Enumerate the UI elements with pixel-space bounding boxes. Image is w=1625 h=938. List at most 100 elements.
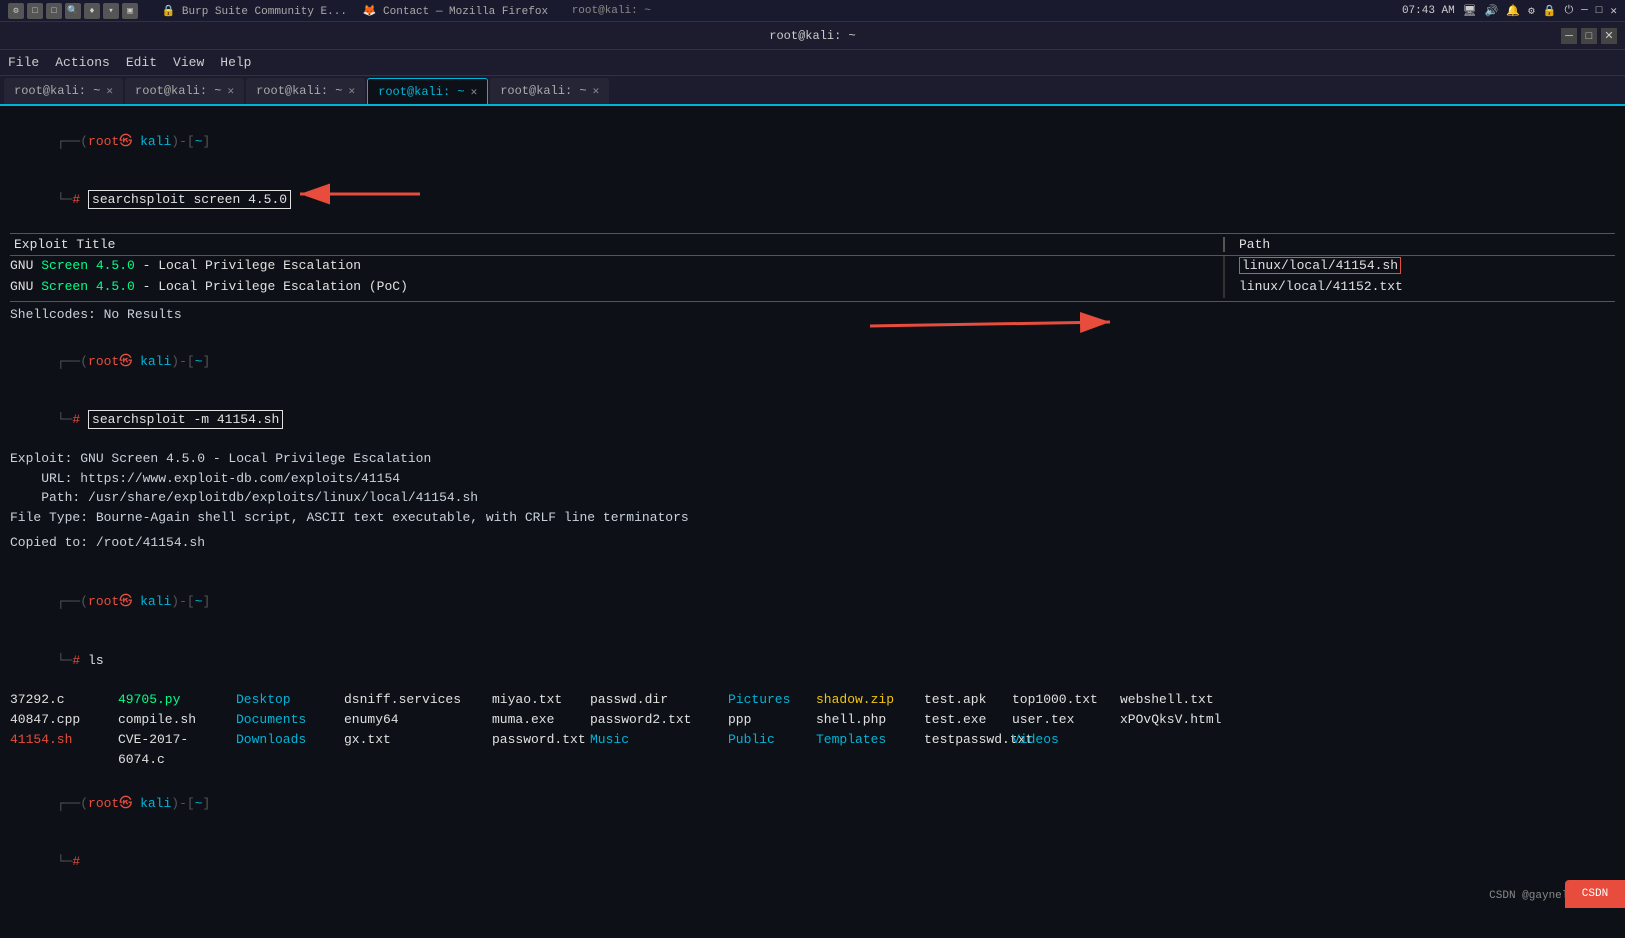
ls-templates: Templates bbox=[816, 730, 916, 770]
csdn-badge: CSDN bbox=[1565, 880, 1625, 908]
close-btn[interactable]: ✕ bbox=[1610, 4, 1617, 18]
ls-cve: CVE-2017-6074.c bbox=[118, 730, 228, 770]
app-icon-4: 🔍 bbox=[65, 3, 81, 19]
system-icons: ⚙ □ □ 🔍 ♦ ▾ ▣ bbox=[8, 3, 138, 19]
ls-user-tex: user.tex bbox=[1012, 710, 1112, 730]
system-bar: ⚙ □ □ 🔍 ♦ ▾ ▣ 🔒 Burp Suite Community E..… bbox=[0, 0, 1625, 22]
ls-password2: password2.txt bbox=[590, 710, 720, 730]
exploit-title-1: GNU Screen 4.5.0 - Local Privilege Escal… bbox=[10, 256, 1213, 277]
cmd2-box: searchsploit -m 41154.sh bbox=[88, 410, 283, 429]
tab-3[interactable]: root@kali: ~ ✕ bbox=[246, 78, 365, 104]
exploit-title-2: GNU Screen 4.5.0 - Local Privilege Escal… bbox=[10, 277, 1213, 298]
app-icon-3: □ bbox=[46, 3, 62, 19]
ls-dsniff: dsniff.services bbox=[344, 690, 484, 710]
ls-miyao: miyao.txt bbox=[492, 690, 582, 710]
terminal-title-bar: root@kali: ~ ─ □ ✕ bbox=[0, 22, 1625, 50]
ls-test-exe: test.exe bbox=[924, 710, 1004, 730]
menu-file[interactable]: File bbox=[8, 55, 39, 70]
tab-1-label: root@kali: ~ bbox=[14, 84, 100, 98]
prompt-line-2: ┌──(root㉿ kali)-[~] bbox=[10, 332, 1615, 391]
ls-gx: gx.txt bbox=[344, 730, 484, 770]
lock-icon: 🔒 bbox=[1543, 4, 1557, 18]
minimize-btn[interactable]: ─ bbox=[1581, 5, 1588, 17]
menu-edit[interactable]: Edit bbox=[126, 55, 157, 70]
tab-4-close[interactable]: ✕ bbox=[471, 85, 478, 99]
terminal-close[interactable]: ✕ bbox=[1601, 28, 1617, 44]
cmd2-text: searchsploit -m 41154.sh bbox=[92, 412, 279, 427]
cmd1-text: searchsploit screen 4.5.0 bbox=[92, 192, 287, 207]
prompt-hash-4: └─# bbox=[10, 833, 1615, 892]
ls-40847: 40847.cpp bbox=[10, 710, 110, 730]
app-icon-5: ♦ bbox=[84, 3, 100, 19]
menu-view[interactable]: View bbox=[173, 55, 204, 70]
path-1-highlighted: linux/local/41154.sh bbox=[1239, 257, 1401, 274]
ls-password-txt: password.txt bbox=[492, 730, 582, 770]
ls-pictures: Pictures bbox=[728, 690, 808, 710]
app-icon-1: ⚙ bbox=[8, 3, 24, 19]
header-path: Path bbox=[1235, 237, 1615, 252]
prompt-line-3: ┌──(root㉿ kali)-[~] bbox=[10, 573, 1615, 632]
tab-2[interactable]: root@kali: ~ ✕ bbox=[125, 78, 244, 104]
ls-49705: 49705.py bbox=[118, 690, 228, 710]
ls-webshell: webshell.txt bbox=[1120, 690, 1240, 710]
title-controls: ─ □ ✕ bbox=[1561, 28, 1617, 44]
restore-btn[interactable]: □ bbox=[1596, 5, 1603, 17]
ls-videos: Videos bbox=[1012, 730, 1112, 770]
ls-desktop: Desktop bbox=[236, 690, 336, 710]
system-bar-right: 07:43 AM 🖥 🔊 🔔 ⚙ 🔒 ⏻ ─ □ ✕ bbox=[1402, 4, 1617, 18]
shellcodes-line: Shellcodes: No Results bbox=[10, 305, 1615, 325]
tab-1[interactable]: root@kali: ~ ✕ bbox=[4, 78, 123, 104]
ls-shell-php: shell.php bbox=[816, 710, 916, 730]
menu-bar: File Actions Edit View Help bbox=[0, 50, 1625, 76]
app-icon-dropdown[interactable]: ▾ bbox=[103, 3, 119, 19]
power-icon: ⏻ bbox=[1564, 5, 1573, 17]
user-label: root@kali: ~ bbox=[572, 5, 651, 17]
browser-tab-2[interactable]: 🦊 Contact — Mozilla Firefox bbox=[363, 4, 548, 18]
header-exploit-title: Exploit Title bbox=[10, 237, 1213, 252]
tab-3-close[interactable]: ✕ bbox=[349, 84, 356, 98]
tab-4-label: root@kali: ~ bbox=[378, 85, 464, 99]
menu-help[interactable]: Help bbox=[220, 55, 251, 70]
monitor-icon: 🖥 bbox=[1463, 4, 1477, 18]
terminal-maximize[interactable]: □ bbox=[1581, 28, 1597, 44]
ls-public: Public bbox=[728, 730, 808, 770]
ls-passwd-dir: passwd.dir bbox=[590, 690, 720, 710]
prompt-line-1: ┌──(root㉿ kali)-[~] bbox=[10, 112, 1615, 171]
ls-music: Music bbox=[590, 730, 720, 770]
ls-ppp: ppp bbox=[728, 710, 808, 730]
time-display: 07:43 AM bbox=[1402, 5, 1455, 17]
ls-documents: Documents bbox=[236, 710, 336, 730]
tab-1-close[interactable]: ✕ bbox=[106, 84, 113, 98]
cmd-line-1: └─# searchsploit screen 4.5.0 bbox=[10, 171, 1615, 230]
terminal-title: root@kali: ~ bbox=[769, 29, 855, 43]
ls-xpov: xPOvQksV.html bbox=[1120, 710, 1240, 730]
ls-enumy64: enumy64 bbox=[344, 710, 484, 730]
settings-icon: ⚙ bbox=[1528, 4, 1535, 18]
tab-2-close[interactable]: ✕ bbox=[227, 84, 234, 98]
tab-4[interactable]: root@kali: ~ ✕ bbox=[367, 78, 488, 104]
terminal-minimize[interactable]: ─ bbox=[1561, 28, 1577, 44]
tab-3-label: root@kali: ~ bbox=[256, 84, 342, 98]
ls-muma: muma.exe bbox=[492, 710, 582, 730]
app-icon-2: □ bbox=[27, 3, 43, 19]
watermark: CSDN @gaynell bbox=[1489, 890, 1575, 902]
menu-actions[interactable]: Actions bbox=[55, 55, 110, 70]
ls-downloads: Downloads bbox=[236, 730, 336, 770]
cmd1-box: searchsploit screen 4.5.0 bbox=[88, 190, 291, 209]
terminal-content[interactable]: ┌──(root㉿ kali)-[~] └─# searchsploit scr… bbox=[0, 106, 1625, 908]
tab-5-close[interactable]: ✕ bbox=[593, 84, 600, 98]
volume-icon: 🔊 bbox=[1485, 4, 1499, 18]
tab-5[interactable]: root@kali: ~ ✕ bbox=[490, 78, 609, 104]
notification-icon: 🔔 bbox=[1506, 4, 1520, 18]
exploit-info-line: Exploit: GNU Screen 4.5.0 - Local Privil… bbox=[10, 449, 1615, 469]
browser-tab-1[interactable]: 🔒 Burp Suite Community E... bbox=[162, 4, 347, 18]
terminal-window: root@kali: ~ ─ □ ✕ File Actions Edit Vie… bbox=[0, 22, 1625, 908]
ls-compile: compile.sh bbox=[118, 710, 228, 730]
tab-bar: root@kali: ~ ✕ root@kali: ~ ✕ root@kali:… bbox=[0, 76, 1625, 106]
ls-top1000: top1000.txt bbox=[1012, 690, 1112, 710]
ls-37292: 37292.c bbox=[10, 690, 110, 710]
prompt-line-4: ┌──(root㉿ kali)-[~] bbox=[10, 774, 1615, 833]
exploit-row-2: GNU Screen 4.5.0 - Local Privilege Escal… bbox=[10, 277, 1615, 298]
prompt-line-5: ┌──(root㉿ kali)-[~] bbox=[10, 895, 1615, 908]
table-header: Exploit Title Path bbox=[10, 233, 1615, 256]
